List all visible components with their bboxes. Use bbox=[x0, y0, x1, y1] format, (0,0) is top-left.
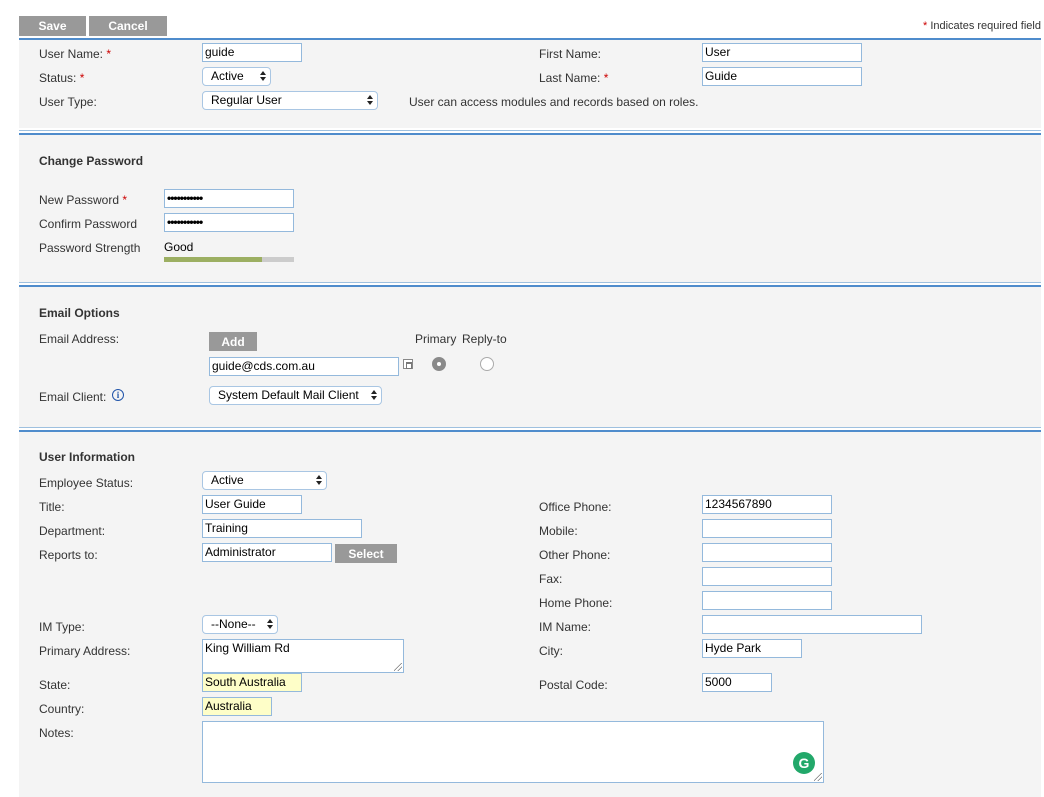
email-address-input[interactable]: guide@cds.com.au bbox=[209, 357, 399, 376]
reports-to-label: Reports to: bbox=[39, 548, 98, 562]
employee-status-label: Employee Status: bbox=[39, 476, 134, 490]
notes-label: Notes: bbox=[39, 726, 74, 740]
password-strength-fill bbox=[164, 257, 262, 262]
resize-handle-icon[interactable] bbox=[814, 773, 822, 781]
country-label: Country: bbox=[39, 702, 85, 716]
primary-email-radio[interactable] bbox=[432, 357, 446, 371]
password-strength-label: Password Strength bbox=[39, 241, 141, 255]
password-strength-bar bbox=[164, 257, 294, 262]
password-strength-value: Good bbox=[164, 240, 194, 254]
new-password-input[interactable]: ••••••••••• bbox=[164, 189, 294, 208]
reports-to-input[interactable]: Administrator bbox=[202, 543, 332, 562]
user-name-label: User Name: * bbox=[39, 47, 112, 61]
notes-textarea[interactable] bbox=[202, 721, 824, 783]
confirm-password-label: Confirm Password bbox=[39, 217, 138, 231]
chevron-updown-icon bbox=[267, 619, 273, 630]
fax-input[interactable] bbox=[702, 567, 832, 586]
grammarly-icon[interactable]: G bbox=[793, 752, 815, 774]
office-phone-input[interactable]: 1234567890 bbox=[702, 495, 832, 514]
chevron-updown-icon bbox=[371, 390, 377, 401]
home-phone-label: Home Phone: bbox=[539, 596, 613, 610]
city-label: City: bbox=[539, 644, 563, 658]
department-input[interactable]: Training bbox=[202, 519, 362, 538]
chevron-updown-icon bbox=[367, 95, 373, 106]
title-label: Title: bbox=[39, 500, 65, 514]
email-section bbox=[19, 287, 1041, 427]
chevron-updown-icon bbox=[260, 71, 266, 82]
add-email-button[interactable]: Add bbox=[209, 332, 257, 351]
last-name-label: Last Name: * bbox=[539, 71, 609, 85]
required-marker: * bbox=[922, 20, 928, 32]
mobile-label: Mobile: bbox=[539, 524, 578, 538]
state-input[interactable]: South Australia bbox=[202, 673, 302, 692]
status-select[interactable]: Active bbox=[202, 67, 271, 86]
user-type-label: User Type: bbox=[39, 95, 97, 109]
other-phone-input[interactable] bbox=[702, 543, 832, 562]
user-name-input[interactable]: guide bbox=[202, 43, 302, 62]
im-type-select[interactable]: --None-- bbox=[202, 615, 278, 634]
confirm-password-input[interactable]: ••••••••••• bbox=[164, 213, 294, 232]
last-name-input[interactable]: Guide bbox=[702, 67, 862, 86]
primary-address-textarea[interactable]: King William Rd bbox=[202, 639, 404, 673]
required-note-text: Indicates required field bbox=[930, 20, 1041, 32]
account-section bbox=[19, 40, 1041, 128]
other-phone-label: Other Phone: bbox=[539, 548, 611, 562]
email-options-heading: Email Options bbox=[39, 306, 120, 320]
fax-label: Fax: bbox=[539, 572, 563, 586]
status-label: Status: * bbox=[39, 71, 85, 85]
primary-column-label: Primary bbox=[415, 332, 457, 346]
home-phone-input[interactable] bbox=[702, 591, 832, 610]
email-address-label: Email Address: bbox=[39, 332, 120, 346]
email-client-select[interactable]: System Default Mail Client bbox=[209, 386, 382, 405]
first-name-input[interactable]: User bbox=[702, 43, 862, 62]
first-name-label: First Name: bbox=[539, 47, 602, 61]
user-type-hint: User can access modules and records base… bbox=[409, 95, 699, 109]
postal-code-input[interactable]: 5000 bbox=[702, 673, 772, 692]
resize-handle-icon[interactable] bbox=[394, 663, 402, 671]
section-divider bbox=[19, 130, 1041, 131]
country-input[interactable]: Australia bbox=[202, 697, 272, 716]
im-name-input[interactable] bbox=[702, 615, 922, 634]
info-icon[interactable]: i bbox=[112, 389, 124, 401]
state-label: State: bbox=[39, 678, 71, 692]
reply-to-email-radio[interactable] bbox=[480, 357, 494, 371]
select-reports-to-button[interactable]: Select bbox=[335, 544, 397, 563]
mobile-input[interactable] bbox=[702, 519, 832, 538]
employee-status-select[interactable]: Active bbox=[202, 471, 327, 490]
primary-address-label: Primary Address: bbox=[39, 644, 131, 658]
required-field-note: * Indicates required field bbox=[923, 20, 1041, 32]
change-password-heading: Change Password bbox=[39, 154, 144, 168]
chevron-updown-icon bbox=[316, 475, 322, 486]
new-password-label: New Password * bbox=[39, 193, 128, 207]
title-input[interactable]: User Guide bbox=[202, 495, 302, 514]
user-information-heading: User Information bbox=[39, 450, 136, 464]
section-divider bbox=[19, 282, 1041, 283]
save-button[interactable]: Save bbox=[19, 16, 86, 36]
email-client-label: Email Client: bbox=[39, 390, 107, 404]
im-name-label: IM Name: bbox=[539, 620, 592, 634]
reply-to-column-label: Reply-to bbox=[462, 332, 507, 346]
trash-icon[interactable] bbox=[403, 359, 413, 369]
im-type-label: IM Type: bbox=[39, 620, 85, 634]
cancel-button[interactable]: Cancel bbox=[89, 16, 167, 36]
city-input[interactable]: Hyde Park bbox=[702, 639, 802, 658]
user-type-select[interactable]: Regular User bbox=[202, 91, 378, 110]
office-phone-label: Office Phone: bbox=[539, 500, 612, 514]
department-label: Department: bbox=[39, 524, 106, 538]
postal-code-label: Postal Code: bbox=[539, 678, 608, 692]
section-divider bbox=[19, 427, 1041, 428]
